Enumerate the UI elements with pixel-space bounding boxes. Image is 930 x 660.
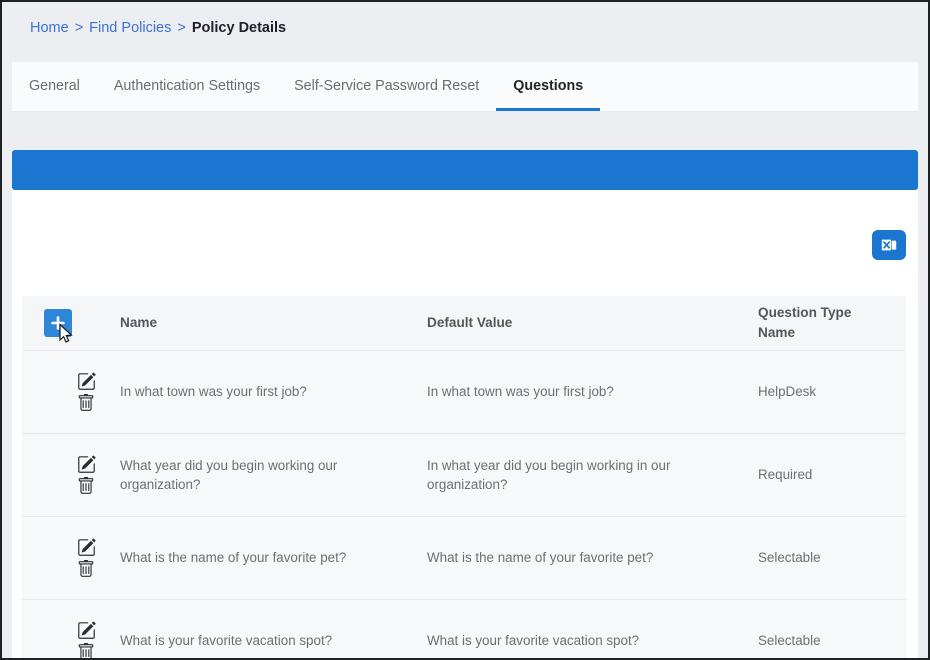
row-actions [22,538,120,578]
breadcrumb-home-link[interactable]: Home [30,20,69,36]
row-actions [22,372,120,412]
edit-icon [77,372,96,391]
export-excel-button[interactable] [872,230,906,260]
edit-question-button[interactable] [52,538,120,557]
table-row: What is your favorite vacation spot? Wha… [22,599,906,658]
tab-bar: General Authentication Settings Self-Ser… [12,62,918,112]
question-name: What is the name of your favorite pet? [120,548,427,567]
question-type-name: Required [758,465,906,484]
question-default-value: What is your favorite vacation spot? [427,631,758,650]
trash-icon [77,560,95,578]
question-type-name: HelpDesk [758,382,906,401]
edit-icon [77,538,96,557]
edit-icon [77,455,96,474]
breadcrumb: Home > Find Policies > Policy Details [2,2,928,62]
trash-icon [77,643,95,658]
tab-questions[interactable]: Questions [496,62,600,111]
column-header-question-type-name: Question Type Name [758,303,906,342]
edit-question-button[interactable] [52,372,120,391]
table-header-row: Name Default Value Question Type Name [22,296,906,350]
trash-icon [77,394,95,412]
question-name: What is your favorite vacation spot? [120,631,427,650]
delete-question-button[interactable] [52,477,120,495]
active-tab-indicator [496,108,600,111]
table-row: In what town was your first job? In what… [22,350,906,433]
breadcrumb-find-policies-link[interactable]: Find Policies [89,20,171,36]
question-name: What year did you begin working our orga… [120,456,427,495]
trash-icon [77,477,95,495]
table-row: What year did you begin working our orga… [22,433,906,516]
plus-icon [50,315,66,331]
tab-questions-label: Questions [513,78,583,94]
section-header-banner [12,150,918,190]
breadcrumb-current-page: Policy Details [192,20,286,36]
policy-details-window: Home > Find Policies > Policy Details Genera… [0,0,930,660]
question-type-name: Selectable [758,631,906,650]
delete-question-button[interactable] [52,560,120,578]
column-header-default-value: Default Value [427,313,758,333]
add-question-cell [22,309,120,337]
question-name: In what town was your first job? [120,382,427,401]
question-type-name: Selectable [758,548,906,567]
question-default-value: In what year did you begin working in ou… [427,456,758,495]
tab-authentication-settings[interactable]: Authentication Settings [97,62,277,111]
column-header-name: Name [120,313,427,333]
tab-self-service-password-reset[interactable]: Self-Service Password Reset [277,62,496,111]
breadcrumb-separator: > [177,20,185,36]
question-default-value: In what town was your first job? [427,382,758,401]
questions-table: Name Default Value Question Type Name [22,296,906,658]
table-row: What is the name of your favorite pet? W… [22,516,906,599]
edit-icon [77,621,96,640]
row-actions [22,455,120,495]
row-actions [22,621,120,658]
breadcrumb-separator: > [75,20,83,36]
tab-general[interactable]: General [12,62,97,111]
excel-icon [879,235,899,255]
delete-question-button[interactable] [52,394,120,412]
edit-question-button[interactable] [52,455,120,474]
questions-panel: Name Default Value Question Type Name [12,190,918,658]
delete-question-button[interactable] [52,643,120,658]
edit-question-button[interactable] [52,621,120,640]
question-default-value: What is the name of your favorite pet? [427,548,758,567]
add-question-button[interactable] [44,309,72,337]
